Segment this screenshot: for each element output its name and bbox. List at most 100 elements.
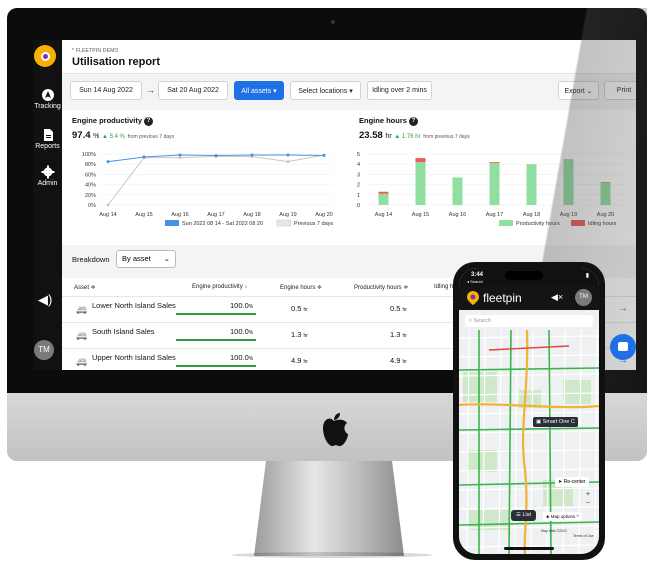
locations-dropdown[interactable]: Select locations ▾ (290, 81, 361, 100)
y-tick-label: 3 (357, 172, 360, 178)
y-tick-label: 2 (357, 183, 360, 189)
engine-hours-value: 0.5 hr (291, 304, 308, 313)
vehicle-marker[interactable]: ▣ Smart One C (533, 417, 578, 427)
data-point[interactable] (286, 153, 290, 157)
data-point[interactable] (322, 154, 326, 158)
x-tick-label: Aug 19 (279, 212, 296, 218)
bar-productivity[interactable] (378, 193, 389, 205)
stage: Tracking Reports Admin ◀) TM * FLEETPIN … (0, 0, 651, 561)
bar-productivity[interactable] (563, 159, 574, 205)
column-header-productivity[interactable]: Engine productivity ↓ (192, 284, 247, 290)
hours-unit: hr (402, 307, 407, 313)
sidebar-item-reports[interactable]: Reports (33, 128, 62, 150)
date-range-arrow: → (146, 85, 155, 95)
hours-bar-chart: 5 4 3 2 1 0 Aug 14 Aug 15 Aug 16 Aug 17 Aug 18 Aug … (357, 152, 624, 227)
van-icon: 🚐 (76, 330, 88, 340)
bar-productivity[interactable] (600, 182, 611, 205)
phone-status-bar: 3:44 ◂ Search ▮ (459, 268, 599, 286)
phone-back-link[interactable]: ◂ Search (467, 279, 483, 284)
mute-icon[interactable]: ◀× (551, 292, 563, 303)
bar-productivity[interactable] (526, 164, 537, 205)
hours-unit: hr (303, 333, 308, 339)
y-tick-label: 0% (88, 203, 96, 209)
bar-productivity[interactable] (452, 177, 463, 205)
chat-fab-button[interactable] (610, 334, 636, 360)
idling-filter-button[interactable]: Idling over 2 mins (367, 81, 432, 100)
sidebar-item-tracking[interactable]: Tracking (33, 88, 62, 110)
productivity-bar (176, 339, 256, 341)
data-point[interactable] (106, 160, 110, 164)
sound-icon[interactable]: ◀) (38, 292, 52, 308)
x-tick-label: Aug 17 (486, 212, 503, 218)
y-tick-label: 1 (357, 193, 360, 199)
row-arrow-icon[interactable]: → (618, 303, 628, 314)
map-options-button[interactable]: ◈ Map options ^ (543, 512, 582, 521)
sidebar-item-admin[interactable]: Admin (33, 165, 62, 187)
column-header-asset[interactable]: Asset ≑ (74, 284, 96, 291)
phone-screen: 3:44 ◂ Search ▮ fleetpin ◀× TM ⌕ Search … (459, 268, 599, 554)
map-credit: Map data ©2022 (541, 529, 567, 533)
percent-unit: % (248, 304, 254, 310)
bar-idling[interactable] (415, 158, 426, 163)
productivity-bar (176, 365, 256, 367)
bar-productivity[interactable] (415, 162, 426, 205)
data-point[interactable] (250, 153, 254, 157)
data-point[interactable] (142, 155, 146, 159)
x-tick-label: Aug 17 (207, 212, 224, 218)
productivity-value: 100.0% (230, 353, 254, 362)
y-tick-label: 5 (357, 152, 360, 158)
assets-dropdown[interactable]: All assets ▾ (234, 81, 284, 100)
productivity-value: 100.0% (230, 327, 254, 336)
productivity-hours-value: 0.5 hr (390, 304, 407, 313)
engine-hours-value: 4.9 hr (291, 356, 308, 365)
phone-brand: fleetpin (483, 291, 522, 305)
data-point[interactable] (178, 156, 182, 160)
bar-productivity[interactable] (489, 163, 500, 205)
bar-idling[interactable] (489, 162, 500, 164)
breakdown-select[interactable]: By asset ⌄ (116, 250, 176, 268)
productivity-panel: Engine productivity? 97.4 % ▲ 5.4 % from… (62, 110, 349, 245)
map-search-input[interactable]: ⌕ Search (465, 315, 593, 327)
data-point[interactable] (286, 160, 290, 164)
productivity-hours-value: 4.9 hr (390, 356, 407, 365)
toolbar: Sun 14 Aug 2022 → Sat 20 Aug 2022 All as… (62, 78, 636, 104)
zoom-controls[interactable]: + − (583, 490, 593, 508)
x-tick-label: Aug 19 (560, 212, 577, 218)
data-point[interactable] (178, 153, 182, 157)
x-tick-label: Aug 20 (597, 212, 614, 218)
hours-unit: hr (303, 359, 308, 365)
terms-link[interactable]: Terms of Use (573, 534, 594, 538)
bar-idling[interactable] (600, 182, 611, 183)
breakdown-select-value: By asset (122, 254, 151, 263)
column-header-engine-hours[interactable]: Engine hours ≑ (280, 284, 322, 291)
map-park (563, 380, 591, 404)
x-tick-label: Aug 15 (412, 212, 429, 218)
end-date-picker[interactable]: Sat 20 Aug 2022 (158, 81, 228, 100)
productivity-line-chart: 100% 80% 60% 40% 20% 0%Aug 14 Aug 15 Aug 16 Aug … (82, 152, 333, 227)
x-tick-label: Aug 14 (375, 212, 392, 218)
asset-name: South Island Sales (92, 327, 155, 336)
fleetpin-logo-icon[interactable] (34, 45, 56, 67)
phone-avatar[interactable]: TM (575, 289, 592, 306)
list-button[interactable]: ☰ List (511, 510, 537, 521)
recenter-button[interactable]: ➤ Re-center (555, 477, 589, 487)
start-date-picker[interactable]: Sun 14 Aug 2022 (70, 81, 142, 100)
truck-icon: ▣ (536, 419, 543, 425)
avatar[interactable]: TM (34, 340, 54, 360)
column-header-productivity-hours[interactable]: Productivity hours ≑ (354, 284, 408, 291)
export-button[interactable]: Export ⌄ (558, 81, 599, 100)
bar-idling[interactable] (378, 191, 389, 194)
van-icon: 🚐 (76, 356, 88, 366)
page-title: Utilisation report (72, 56, 161, 68)
fleetpin-pin-icon (467, 291, 479, 305)
percent-unit: % (248, 330, 254, 336)
battery-icon: ▮ (585, 273, 589, 279)
document-icon (43, 129, 53, 141)
data-point[interactable] (106, 203, 110, 207)
print-button[interactable]: Print (604, 81, 636, 100)
home-indicator (504, 547, 554, 550)
data-point[interactable] (214, 154, 218, 158)
engine-hours-value: 1.3 hr (291, 330, 308, 339)
sidebar-item-label: Reports (35, 143, 60, 150)
x-tick-label: Aug 16 (171, 212, 188, 218)
